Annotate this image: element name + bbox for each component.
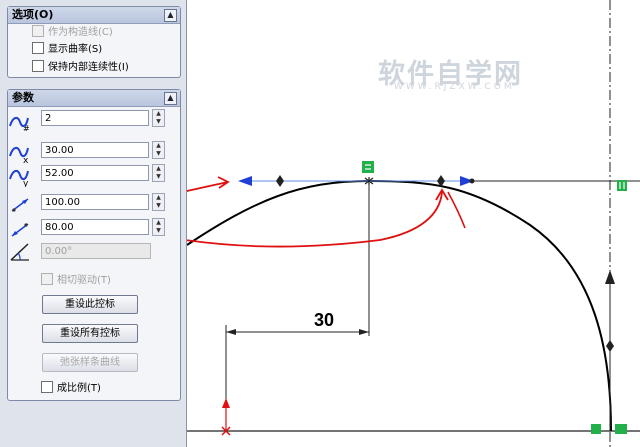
relax-spline-button[interactable]: 弛张样条曲线 (42, 353, 138, 372)
tangent-arrow-left[interactable] (238, 176, 252, 186)
svg-text:#: # (23, 124, 30, 132)
x-coordinate-field[interactable]: 30.00 (41, 142, 149, 158)
collapse-up-icon[interactable]: ▲ (164, 92, 177, 105)
relation-icon-vertical (617, 180, 627, 191)
dimension-arrow-right (359, 329, 369, 335)
reset-all-handles-button[interactable]: 重设所有控标 (42, 324, 138, 343)
tangent-weight-right-field[interactable]: 80.00 (41, 219, 149, 235)
maintain-internal-continuity-checkbox[interactable]: 保持内部连续性(I) (32, 60, 129, 74)
checkbox-box (41, 273, 53, 285)
y-coordinate-field[interactable]: 52.00 (41, 165, 149, 181)
svg-text:y: y (23, 179, 29, 187)
origin-y-arrow (222, 398, 230, 408)
annotation-arrow-right (187, 191, 443, 248)
annotation-tick (447, 191, 466, 229)
parameters-group-title: 参数 (12, 91, 34, 104)
relation-icon-horizontal (362, 161, 374, 173)
dimension-value[interactable]: 30 (314, 310, 334, 331)
parameters-group-header[interactable]: 参数 ▲ (8, 90, 180, 107)
spline-curve[interactable] (187, 179, 612, 432)
construction-line-checkbox[interactable]: 作为构造线(C) (32, 25, 113, 39)
relation-icon-corner (591, 424, 601, 434)
relation-icon-fixed (615, 424, 627, 434)
spline-point-number-icon: # (9, 116, 30, 132)
tangent-weight-right-icon (11, 223, 29, 237)
point-number-field[interactable]: 2 (41, 110, 149, 126)
collapse-up-icon[interactable]: ▲ (164, 9, 177, 22)
spline-x-coordinate-icon: x (9, 146, 29, 164)
tangent-weight-left-spinner[interactable]: ▲ ▼ (152, 193, 165, 211)
property-manager-panel: 选项(O) ▲ 作为构造线(C) 显示曲率(S) 保持内部连续性(I) 参数 ▲… (0, 0, 187, 447)
show-curvature-checkbox[interactable]: 显示曲率(S) (32, 42, 102, 56)
handle-end-dot[interactable] (469, 178, 475, 184)
tangent-weight-left-icon (11, 198, 29, 212)
spline-y-coordinate-icon: y (9, 169, 29, 187)
checkbox-box (32, 25, 44, 37)
tangent-angle-field[interactable]: 0.00° (41, 243, 151, 259)
checkbox-box (32, 60, 44, 72)
tangent-weight-right-spinner[interactable]: ▲ ▼ (152, 218, 165, 236)
watermark-url: WWW.RJZXW.COM (394, 82, 515, 92)
checkbox-box (41, 381, 53, 393)
svg-text:x: x (23, 156, 29, 164)
tangent-driving-checkbox[interactable]: 相切驱动(T) (41, 273, 111, 287)
point-number-spinner[interactable]: ▲ ▼ (152, 109, 165, 127)
proportional-checkbox[interactable]: 成比例(T) (41, 381, 101, 395)
x-coordinate-spinner[interactable]: ▲ ▼ (152, 141, 165, 159)
reset-handle-button[interactable]: 重设此控标 (42, 295, 138, 314)
tangent-diamond-left[interactable] (276, 175, 284, 187)
y-coordinate-spinner[interactable]: ▲ ▼ (152, 164, 165, 182)
tangent-weight-left-field[interactable]: 100.00 (41, 194, 149, 210)
options-group-header[interactable]: 选项(O) ▲ (8, 7, 180, 24)
dimension-arrow-left (226, 329, 236, 335)
checkbox-box (32, 42, 44, 54)
vertical-tangent-arrow[interactable] (605, 270, 615, 284)
vertical-tangent-diamond[interactable] (606, 340, 614, 352)
tangent-angle-icon (10, 243, 29, 261)
options-group-title: 选项(O) (12, 8, 54, 21)
